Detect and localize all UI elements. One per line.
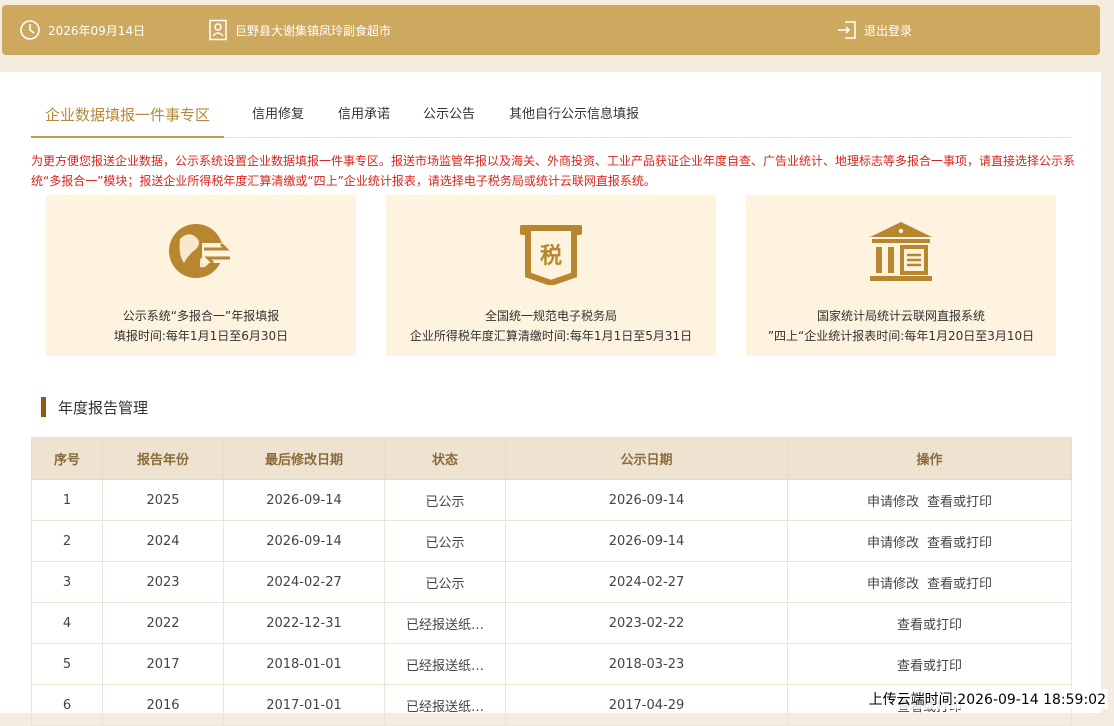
- column-header: 状态: [384, 437, 506, 480]
- card-etax-title: 全国统一规范电子税务局: [484, 309, 617, 323]
- status: 已公示: [384, 479, 506, 521]
- svg-text:税: 税: [540, 243, 562, 269]
- apply-modify-link[interactable]: 申请修改: [867, 495, 919, 510]
- table-row: 4 2022 2022-12-31 已经报送纸… 2023-02-22 查看或打…: [31, 602, 1072, 644]
- modified-date: 2022-12-31: [223, 602, 385, 644]
- modified-date: 2017-01-01: [223, 684, 385, 726]
- status: 已经报送纸…: [384, 602, 506, 644]
- card-etax[interactable]: 税 全国统一规范电子税务局 企业所得税年度汇算清缴时间:每年1月1日至5月31日: [386, 195, 716, 356]
- status: 已公示: [384, 520, 506, 562]
- table-header-row: 序号 报告年份 最后修改日期 状态 公示日期 操作: [31, 437, 1072, 480]
- row-number: 4: [31, 602, 103, 644]
- report-year: 2017: [102, 643, 224, 685]
- report-year: 2024: [102, 520, 224, 562]
- actions: 申请修改 查看或打印: [787, 479, 1072, 521]
- card-multi-report[interactable]: 公示系统“多报合一”年报填报 填报时间:每年1月1日至6月30日: [46, 195, 356, 356]
- modified-date: 2026-09-14: [223, 520, 385, 562]
- card-stats[interactable]: 国家统计局统计云联网直报系统 ”四上“企业统计报表时间:每年1月20日至3月10…: [746, 195, 1056, 356]
- section-marker: [41, 397, 46, 417]
- tab-bar: 企业数据填报一件事专区 信用修复 信用承诺 公示公告 其他自行公示信息填报: [31, 100, 1071, 138]
- government-building-icon: [870, 222, 932, 281]
- tab-credit-commitment[interactable]: 信用承诺: [338, 100, 390, 136]
- publish-date: 2018-03-23: [505, 643, 788, 685]
- row-number: 2: [31, 520, 103, 562]
- actions: 申请修改 查看或打印: [787, 561, 1072, 603]
- modified-date: 2024-02-27: [223, 561, 385, 603]
- column-header: 报告年份: [102, 437, 224, 480]
- tab-announcements[interactable]: 公示公告: [423, 100, 475, 136]
- section-title: 年度报告管理: [41, 397, 148, 417]
- tab-data-reporting[interactable]: 企业数据填报一件事专区: [31, 100, 225, 138]
- annual-report-table: 序号 报告年份 最后修改日期 状态 公示日期 操作 1 2025 2026-09…: [31, 437, 1072, 726]
- view-print-link[interactable]: 查看或打印: [927, 577, 992, 592]
- publish-date: 2023-02-22: [505, 602, 788, 644]
- modified-date: 2018-01-01: [223, 643, 385, 685]
- table-row: 2 2024 2026-09-14 已公示 2026-09-14 申请修改 查看或…: [31, 520, 1072, 562]
- section-title-text: 年度报告管理: [58, 398, 149, 417]
- publish-date: 2024-02-27: [505, 561, 788, 603]
- globe-exchange-icon: [169, 224, 232, 278]
- tax-receipt-icon: 税: [520, 225, 582, 285]
- row-number: 3: [31, 561, 103, 603]
- row-number: 1: [31, 479, 103, 521]
- table-row: 3 2023 2024-02-27 已公示 2024-02-27 申请修改 查看或…: [31, 561, 1072, 603]
- top-bar: 2026年09月14日 巨野县大谢集镇凤玲副食超市 退出登录: [2, 5, 1100, 55]
- shop-info: 巨野县大谢集镇凤玲副食超市: [208, 5, 391, 55]
- status: 已公示: [384, 561, 506, 603]
- logout-button[interactable]: 退出登录: [837, 5, 912, 55]
- status: 已经报送纸…: [384, 643, 506, 685]
- publish-date: 2026-09-14: [505, 520, 788, 562]
- card-multi-report-time: 填报时间:每年1月1日至6月30日: [113, 329, 289, 343]
- clock-icon: [20, 20, 40, 40]
- tab-credit-repair[interactable]: 信用修复: [252, 100, 304, 136]
- tab-other-disclosure[interactable]: 其他自行公示信息填报: [509, 100, 639, 136]
- current-date: 2026年09月14日: [48, 23, 146, 38]
- view-print-link[interactable]: 查看或打印: [927, 536, 992, 551]
- table-row: 5 2017 2018-01-01 已经报送纸… 2018-03-23 查看或打…: [31, 643, 1072, 685]
- logout-icon: [838, 21, 856, 39]
- publish-date: 2017-04-29: [505, 684, 788, 726]
- status: 已经报送纸…: [384, 684, 506, 726]
- column-header: 序号: [31, 437, 103, 480]
- publish-date: 2026-09-14: [505, 479, 788, 521]
- report-year: 2022: [102, 602, 224, 644]
- report-year: 2023: [102, 561, 224, 603]
- row-number: 6: [31, 684, 103, 726]
- actions: 查看或打印: [787, 643, 1072, 685]
- view-print-link[interactable]: 查看或打印: [897, 618, 962, 633]
- report-year: 2016: [102, 684, 224, 726]
- column-header: 最后修改日期: [223, 437, 385, 480]
- card-multi-report-title: 公示系统“多报合一”年报填报: [122, 309, 280, 323]
- apply-modify-link[interactable]: 申请修改: [867, 536, 919, 551]
- card-stats-time: ”四上“企业统计报表时间:每年1月20日至3月10日: [767, 329, 1035, 343]
- card-stats-title: 国家统计局统计云联网直报系统: [816, 309, 985, 323]
- upload-timestamp: 上传云端时间:2026-09-14 18:59:02: [866, 689, 1108, 709]
- logout-label: 退出登录: [864, 23, 913, 38]
- column-header: 公示日期: [505, 437, 788, 480]
- column-header: 操作: [787, 437, 1072, 480]
- modified-date: 2026-09-14: [223, 479, 385, 521]
- view-print-link[interactable]: 查看或打印: [897, 659, 962, 674]
- shop-name: 巨野县大谢集镇凤玲副食超市: [235, 23, 392, 38]
- date-display: 2026年09月14日: [19, 5, 145, 55]
- notice-text: 为更方便您报送企业数据，公示系统设置企业数据填报一件事专区。报送市场监管年报以及…: [31, 154, 1076, 188]
- table-row: 1 2025 2026-09-14 已公示 2026-09-14 申请修改 查看或…: [31, 479, 1072, 521]
- row-number: 5: [31, 643, 103, 685]
- report-year: 2025: [102, 479, 224, 521]
- view-print-link[interactable]: 查看或打印: [927, 495, 992, 510]
- card-etax-time: 企业所得税年度汇算清缴时间:每年1月1日至5月31日: [409, 329, 693, 343]
- apply-modify-link[interactable]: 申请修改: [867, 577, 919, 592]
- user-badge-icon: [209, 19, 227, 41]
- actions: 查看或打印: [787, 602, 1072, 644]
- actions: 申请修改 查看或打印: [787, 520, 1072, 562]
